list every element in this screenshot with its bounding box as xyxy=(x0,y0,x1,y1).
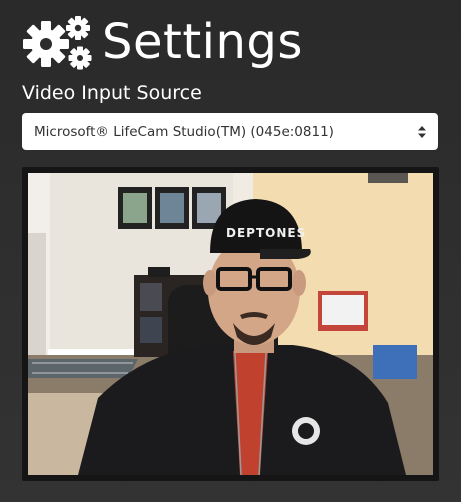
gears-icon xyxy=(22,12,94,72)
video-input-source-select[interactable]: Microsoft® LifeCam Studio(TM) (045e:0811… xyxy=(22,113,438,150)
video-input-source-label: Video Input Source xyxy=(22,82,202,104)
header: Settings xyxy=(22,12,303,72)
selected-video-source: Microsoft® LifeCam Studio(TM) (045e:0811… xyxy=(34,123,334,140)
video-preview-frame: DEPTONES xyxy=(22,167,439,481)
select-arrows-icon xyxy=(418,125,426,139)
page-title: Settings xyxy=(102,14,303,70)
cap-text: DEPTONES xyxy=(226,226,306,240)
webcam-video-feed: DEPTONES xyxy=(28,173,433,475)
